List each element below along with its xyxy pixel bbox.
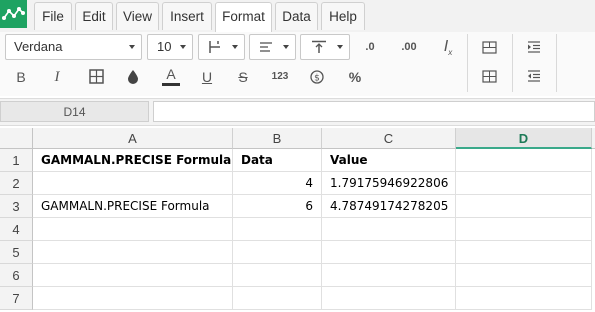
formula-bar: D14 <box>0 98 595 126</box>
column-header-d[interactable]: D <box>456 128 592 149</box>
menu-insert[interactable]: Insert <box>162 2 212 30</box>
cell-a7[interactable] <box>33 287 233 310</box>
increase-decimals-label: .00 <box>401 41 417 53</box>
row-header-6[interactable]: 6 <box>0 264 33 287</box>
vertical-align-select[interactable] <box>300 34 350 60</box>
underline-button[interactable]: U <box>196 67 218 87</box>
text-color-button[interactable]: A <box>160 64 182 88</box>
row-header-2[interactable]: 2 <box>0 172 33 195</box>
horizontal-align-select[interactable] <box>249 34 296 60</box>
row-header-4[interactable]: 4 <box>0 218 33 241</box>
cell-reference-box[interactable]: D14 <box>0 101 149 122</box>
cell-c7[interactable] <box>322 287 456 310</box>
chevron-down-icon <box>180 45 186 49</box>
row-header-1[interactable]: 1 <box>0 149 33 172</box>
column-header-c[interactable]: C <box>322 128 456 149</box>
menu-help[interactable]: Help <box>321 2 365 30</box>
font-family-select[interactable]: Verdana <box>5 34 142 60</box>
svg-text:$: $ <box>314 74 320 84</box>
cell-c1[interactable]: Value <box>322 149 456 172</box>
column-header-a[interactable]: A <box>33 128 233 149</box>
increase-decimals-icon[interactable]: .00 <box>398 37 420 57</box>
border-style-icon <box>209 41 220 53</box>
cell-d3[interactable] <box>456 195 592 218</box>
column-header-b[interactable]: B <box>233 128 322 149</box>
percent-button[interactable]: % <box>344 67 366 87</box>
menu-edit[interactable]: Edit <box>75 2 113 30</box>
menu-data[interactable]: Data <box>275 2 318 30</box>
font-size-select[interactable]: 10 <box>147 34 193 60</box>
decrease-decimals-label: .0 <box>365 41 375 53</box>
select-all-corner[interactable] <box>0 128 33 149</box>
cell-b2[interactable]: 4 <box>233 172 322 195</box>
cell-b1[interactable]: Data <box>233 149 322 172</box>
cell-a3[interactable]: GAMMALN.PRECISE Formula <box>33 195 233 218</box>
merge-cells-icon[interactable] <box>478 37 500 57</box>
text-color-label: A <box>166 66 176 82</box>
formula-input[interactable] <box>153 101 595 122</box>
italic-button[interactable]: I <box>46 67 68 87</box>
cell-b7[interactable] <box>233 287 322 310</box>
cell-b4[interactable] <box>233 218 322 241</box>
toolbar-divider <box>556 34 557 92</box>
font-family-value: Verdana <box>14 39 63 54</box>
cell-a2[interactable] <box>33 172 233 195</box>
align-top-icon <box>312 40 326 53</box>
cell-c4[interactable] <box>322 218 456 241</box>
toolbar-divider <box>467 34 468 92</box>
number-format-button[interactable]: 123 <box>269 67 291 87</box>
cell-b6[interactable] <box>233 264 322 287</box>
decrease-decimals-icon[interactable]: .0 <box>359 37 381 57</box>
cell-c5[interactable] <box>322 241 456 264</box>
app-logo[interactable] <box>0 0 27 28</box>
cell-c6[interactable] <box>322 264 456 287</box>
cell-b5[interactable] <box>233 241 322 264</box>
menu-view[interactable]: View <box>116 2 159 30</box>
toolbar-divider <box>512 34 513 92</box>
cell-a4[interactable] <box>33 218 233 241</box>
cell-borders-icon[interactable] <box>85 67 107 87</box>
align-left-icon <box>260 42 272 52</box>
currency-icon[interactable]: $ <box>306 67 328 87</box>
chevron-down-icon <box>337 45 343 49</box>
logo-icon <box>2 7 25 20</box>
cell-c3[interactable]: 4.78749174278205 <box>322 195 456 218</box>
spreadsheet-grid: A B C D 1 2 3 4 5 6 7 GAMMALN.PRECISE Fo… <box>0 128 595 312</box>
chevron-down-icon <box>232 45 238 49</box>
chevron-down-icon <box>129 45 135 49</box>
chevron-down-icon <box>283 45 289 49</box>
indent-increase-icon[interactable] <box>523 37 545 57</box>
clear-formatting-icon[interactable]: Ix <box>437 37 459 57</box>
toolbar: Verdana 10 .0 .00 Ix B I A U S 123 $ % <box>0 32 595 96</box>
cell-d7[interactable] <box>456 287 592 310</box>
cell-a5[interactable] <box>33 241 233 264</box>
row-header-3[interactable]: 3 <box>0 195 33 218</box>
font-size-value: 10 <box>157 39 172 54</box>
cell-d4[interactable] <box>456 218 592 241</box>
cell-b3[interactable]: 6 <box>233 195 322 218</box>
borders-select[interactable] <box>198 34 245 60</box>
bold-button[interactable]: B <box>10 67 32 87</box>
row-header-7[interactable]: 7 <box>0 287 33 310</box>
cell-a6[interactable] <box>33 264 233 287</box>
cell-d5[interactable] <box>456 241 592 264</box>
fill-color-icon[interactable] <box>122 67 144 87</box>
menu-bar: File Edit View Insert Format Data Help <box>0 0 595 33</box>
cell-d2[interactable] <box>456 172 592 195</box>
cell-c2[interactable]: 1.79175946922806 <box>322 172 456 195</box>
cell-d6[interactable] <box>456 264 592 287</box>
cell-d1[interactable] <box>456 149 592 172</box>
menu-file[interactable]: File <box>34 2 72 30</box>
cell-a1[interactable]: GAMMALN.PRECISE Formula <box>33 149 233 172</box>
table-grid-icon[interactable] <box>478 66 500 86</box>
indent-decrease-icon[interactable] <box>523 66 545 86</box>
row-header-5[interactable]: 5 <box>0 241 33 264</box>
text-color-swatch <box>162 83 180 86</box>
menu-format[interactable]: Format <box>215 2 272 32</box>
strikethrough-button[interactable]: S <box>232 67 254 87</box>
